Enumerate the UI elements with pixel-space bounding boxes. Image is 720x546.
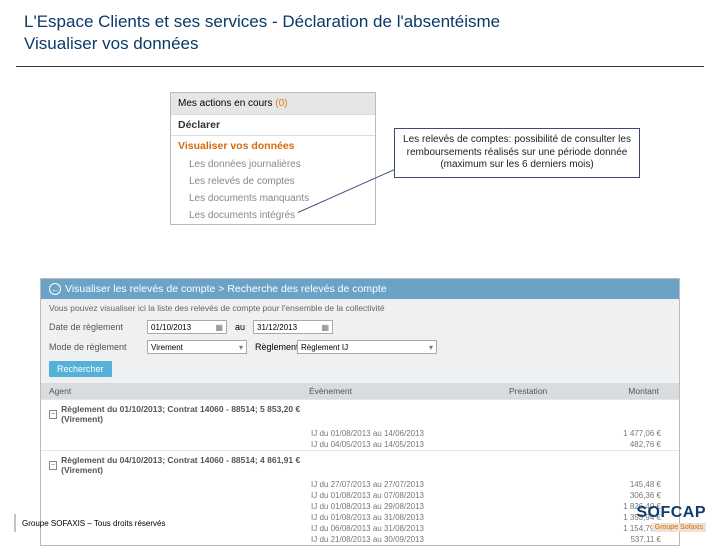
reg-label: Règlement [255, 342, 289, 352]
footer: Groupe SOFAXIS – Tous droits réservés SO… [14, 504, 706, 532]
subrow-period: IJ du 27/07/2013 au 27/07/2013 [311, 480, 511, 489]
subrow-amount: 145,48 € [511, 480, 661, 489]
page-title-line2: Visualiser vos données [24, 34, 696, 54]
chevron-down-icon: ▾ [429, 343, 433, 352]
panel-title-bar: ← Visualiser les relevés de compte > Rec… [41, 279, 679, 299]
menu-actions-label: Mes actions en cours [178, 98, 273, 109]
back-arrow-icon[interactable]: ← [49, 283, 61, 295]
mode-reglement-label: Mode de règlement [49, 342, 139, 352]
expand-icon[interactable]: − [49, 410, 57, 419]
logo: SOFCAP Groupe Sofaxis [636, 504, 706, 532]
page-title-line1: L'Espace Clients et ses services - Décla… [24, 12, 696, 32]
reglement-select[interactable]: Règlement IJ ▾ [297, 340, 437, 354]
table-subrow: IJ du 01/08/2013 au 07/08/2013306,36 € [41, 490, 679, 501]
date-reglement-label: Date de règlement [49, 322, 139, 332]
footer-bar-icon [14, 514, 16, 532]
title-divider [16, 66, 704, 67]
menu-actions-count: (0) [275, 98, 287, 109]
col-evenement: Évènement [309, 386, 509, 396]
menu-visualiser[interactable]: Visualiser vos données [171, 135, 375, 156]
date-from-value: 01/10/2013 [151, 323, 191, 332]
date-au-label: au [235, 322, 245, 332]
subrow-amount: 482,76 € [511, 440, 661, 449]
col-agent: Agent [49, 386, 309, 396]
callout-releves-comptes: Les relevés de comptes: possibilité de c… [394, 128, 640, 178]
table-row[interactable]: −Règlement du 01/10/2013; Contrat 14060 … [41, 399, 679, 428]
row-title: Règlement du 01/10/2013; Contrat 14060 -… [61, 404, 309, 424]
subrow-period: IJ du 01/08/2013 au 07/08/2013 [311, 491, 511, 500]
menu-item-documents-manquants[interactable]: Les documents manquants [171, 190, 375, 207]
mode-reglement-value: Virement [151, 343, 183, 352]
menu-item-releves-comptes[interactable]: Les relevés de comptes [171, 173, 375, 190]
row-title: Règlement du 04/10/2013; Contrat 14060 -… [61, 455, 309, 475]
search-button[interactable]: Rechercher [49, 361, 112, 377]
menu-item-documents-integres[interactable]: Les documents intégrés [171, 207, 375, 224]
menu-declarer[interactable]: Déclarer [171, 114, 375, 135]
table-row[interactable]: −Règlement du 04/10/2013; Contrat 14060 … [41, 450, 679, 479]
results-table-header: Agent Évènement Prestation Montant [41, 383, 679, 399]
mode-reglement-select[interactable]: Virement ▾ [147, 340, 247, 354]
subrow-amount: 1 477,06 € [511, 429, 661, 438]
subrow-period: IJ du 01/08/2013 au 14/06/2013 [311, 429, 511, 438]
calendar-icon: ▦ [321, 323, 329, 332]
table-subrow: IJ du 01/08/2013 au 14/06/20131 477,06 € [41, 428, 679, 439]
col-montant: Montant [599, 386, 659, 396]
sidebar-menu: Mes actions en cours (0) Déclarer Visual… [170, 92, 376, 225]
date-to-value: 31/12/2013 [257, 323, 297, 332]
logo-sub-text: Groupe Sofaxis [652, 523, 706, 532]
chevron-down-icon: ▾ [239, 343, 243, 352]
menu-actions-header[interactable]: Mes actions en cours (0) [171, 93, 375, 114]
footer-copyright: Groupe SOFAXIS – Tous droits réservés [22, 519, 165, 528]
table-subrow: IJ du 04/05/2013 au 14/05/2013482,76 € [41, 439, 679, 450]
calendar-icon: ▦ [215, 323, 223, 332]
menu-item-donnees-journalieres[interactable]: Les données journalières [171, 156, 375, 173]
subrow-amount: 306,36 € [511, 491, 661, 500]
expand-icon[interactable]: − [49, 461, 57, 470]
date-from-input[interactable]: 01/10/2013 ▦ [147, 320, 227, 334]
logo-main-text: SOFCAP [636, 504, 706, 522]
panel-title-text: Visualiser les relevés de compte > Reche… [65, 283, 387, 295]
date-to-input[interactable]: 31/12/2013 ▦ [253, 320, 333, 334]
subrow-period: IJ du 04/05/2013 au 14/05/2013 [311, 440, 511, 449]
reglement-value: Règlement IJ [301, 343, 348, 352]
col-prestation: Prestation [509, 386, 599, 396]
panel-description: Vous pouvez visualiser ici la liste des … [41, 299, 679, 317]
table-subrow: IJ du 27/07/2013 au 27/07/2013145,48 € [41, 479, 679, 490]
